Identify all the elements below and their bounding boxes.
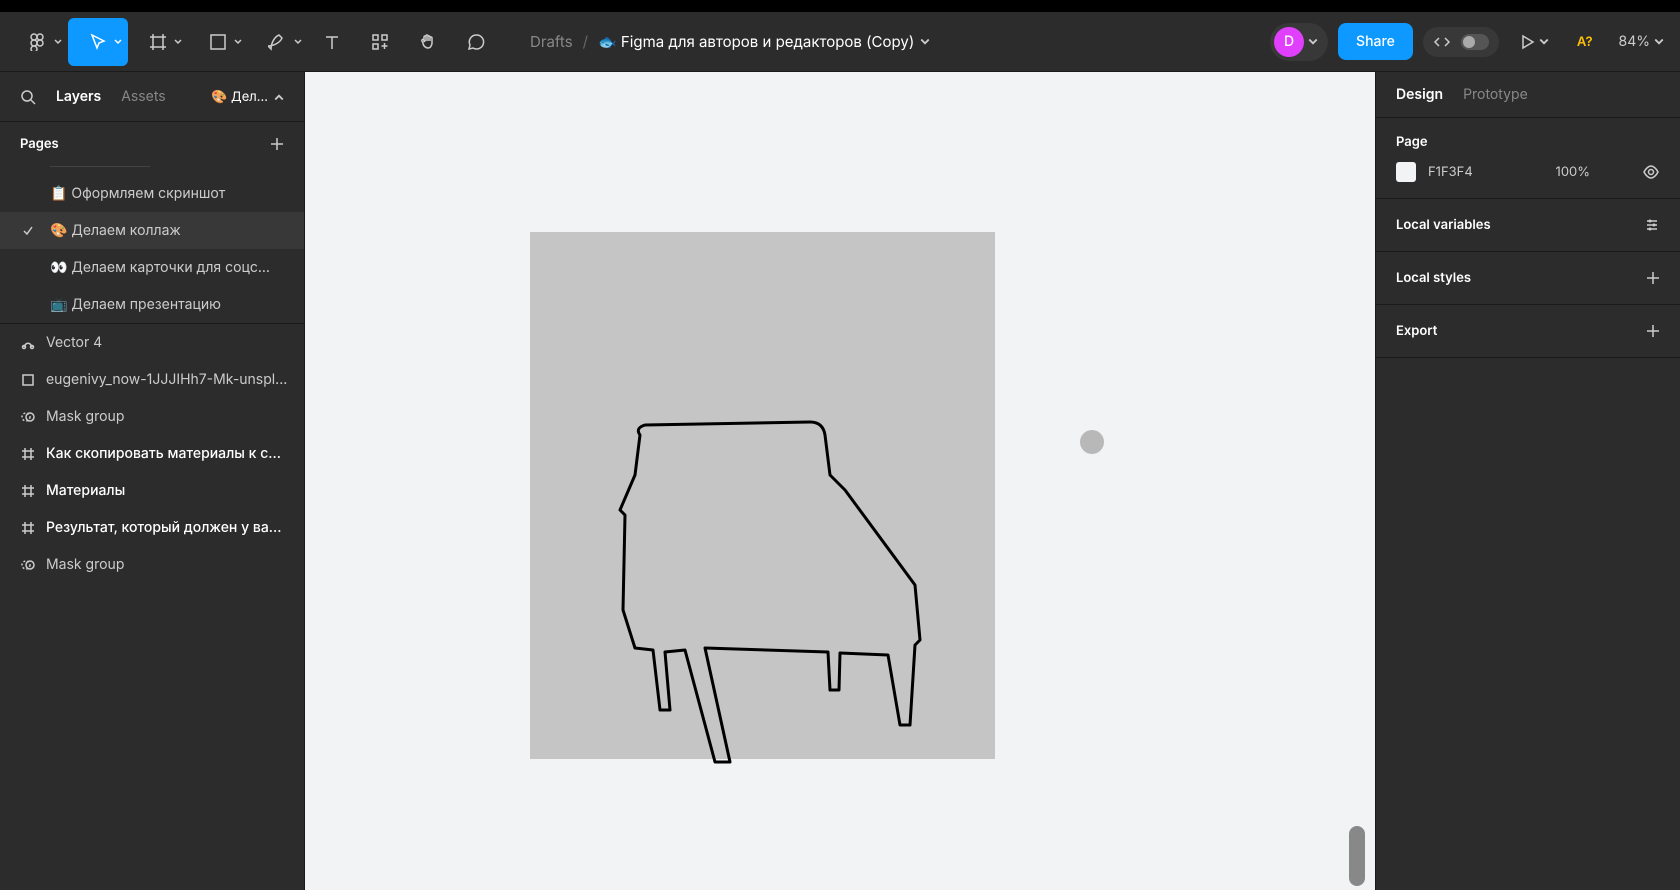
text-icon [323, 33, 341, 51]
comment-icon [466, 32, 486, 52]
shape-tool[interactable] [188, 18, 248, 66]
missing-fonts-badge[interactable]: A? [1569, 34, 1601, 50]
color-swatch[interactable] [1396, 162, 1416, 182]
scrollbar[interactable] [1349, 826, 1365, 886]
chevron-up-icon [274, 92, 284, 102]
chevron-down-icon [234, 38, 242, 46]
vector-icon [20, 335, 36, 351]
move-tool[interactable] [68, 18, 128, 66]
tab-layers[interactable]: Layers [56, 88, 101, 105]
tab-prototype[interactable]: Prototype [1463, 86, 1528, 103]
page-section-title: Page [1396, 134, 1660, 150]
search-icon[interactable] [20, 89, 36, 105]
dev-mode-toggle[interactable] [1423, 27, 1499, 57]
chair-vector[interactable] [615, 420, 935, 770]
user-menu[interactable]: D [1270, 23, 1328, 61]
chevron-down-icon [1308, 37, 1318, 47]
add-page-icon[interactable] [270, 137, 284, 151]
page-list: 📋 Оформляем скриншот 🎨 Делаем коллаж 👀 Д… [0, 166, 304, 323]
share-button[interactable]: Share [1338, 23, 1413, 60]
layer-item[interactable]: Mask group [0, 398, 304, 435]
page-item[interactable]: 👀 Делаем карточки для соцс... [0, 249, 304, 286]
hand-icon [418, 32, 438, 52]
tab-assets[interactable]: Assets [121, 88, 165, 105]
eye-icon[interactable] [1642, 163, 1660, 181]
cursor-icon [89, 33, 107, 51]
check-icon [22, 225, 34, 237]
page-item[interactable]: 📋 Оформляем скриншот [0, 175, 304, 212]
layer-item[interactable]: Материалы [0, 472, 304, 509]
layer-item[interactable]: Результат, который должен у ва... [0, 509, 304, 546]
code-icon [1433, 33, 1451, 51]
pen-tool[interactable] [248, 18, 308, 66]
breadcrumb-drafts[interactable]: Drafts [530, 32, 573, 51]
pen-icon [268, 32, 288, 52]
layer-item[interactable]: Как скопировать материалы к с... [0, 435, 304, 472]
play-icon [1519, 34, 1535, 50]
mask-icon [20, 409, 36, 425]
frame-icon [20, 520, 36, 536]
mask-icon [20, 557, 36, 573]
layer-list: Vector 4 eugenivy_now-1JJJIHh7-Mk-unspl.… [0, 323, 304, 583]
export-section[interactable]: Export [1376, 305, 1680, 358]
chevron-down-icon [114, 38, 122, 46]
local-variables-section[interactable]: Local variables [1376, 199, 1680, 252]
plus-icon[interactable] [1646, 271, 1660, 285]
chevron-down-icon [294, 38, 302, 46]
local-styles-section[interactable]: Local styles [1376, 252, 1680, 305]
frame-icon [148, 32, 168, 52]
chevron-down-icon [1539, 37, 1549, 47]
rectangle-icon [209, 33, 227, 51]
hand-tool[interactable] [404, 18, 452, 66]
present-button[interactable] [1509, 28, 1559, 56]
frame-tool[interactable] [128, 18, 188, 66]
page-item[interactable]: 🎨 Делаем коллаж [0, 212, 304, 249]
resources-tool[interactable] [356, 18, 404, 66]
main-menu-button[interactable] [8, 18, 68, 66]
divider [50, 166, 150, 167]
chevron-down-icon [1654, 37, 1664, 47]
file-title[interactable]: 🐟 Figma для авторов и редакторов (Copy) [598, 32, 930, 51]
chevron-down-icon [174, 38, 182, 46]
figma-logo-icon [29, 33, 47, 51]
page-item[interactable]: 📺 Делаем презентацию [0, 286, 304, 323]
settings-icon[interactable] [1644, 217, 1660, 233]
comment-tool[interactable] [452, 18, 500, 66]
toggle-track [1461, 34, 1489, 50]
layer-item[interactable]: eugenivy_now-1JJJIHh7-Mk-unspl... [0, 361, 304, 398]
page-background-color[interactable]: F1F3F4 100% [1396, 162, 1660, 182]
layer-item[interactable]: Vector 4 [0, 324, 304, 361]
frame-icon [20, 446, 36, 462]
layer-item[interactable]: Mask group [0, 546, 304, 583]
breadcrumb: Drafts / 🐟 Figma для авторов и редакторо… [530, 32, 1270, 51]
chevron-down-icon [920, 37, 930, 47]
avatar: D [1274, 27, 1304, 57]
left-panel: Layers Assets 🎨 Дел... Pages 📋 Оформляем… [0, 72, 305, 890]
tab-design[interactable]: Design [1396, 86, 1443, 103]
cursor-indicator [1080, 430, 1104, 454]
toolbar: Drafts / 🐟 Figma для авторов и редакторо… [0, 12, 1680, 72]
text-tool[interactable] [308, 18, 356, 66]
chevron-down-icon [54, 38, 62, 46]
canvas[interactable] [305, 72, 1375, 890]
page-selector[interactable]: 🎨 Дел... [211, 89, 284, 105]
zoom-control[interactable]: 84% [1611, 33, 1672, 50]
breadcrumb-separator: / [583, 32, 588, 51]
frame-icon [20, 483, 36, 499]
plus-icon[interactable] [1646, 324, 1660, 338]
rectangle-icon [20, 372, 36, 388]
pages-header-label: Pages [20, 136, 59, 152]
right-panel: Design Prototype Page F1F3F4 100% Local … [1375, 72, 1680, 890]
resources-icon [371, 33, 389, 51]
